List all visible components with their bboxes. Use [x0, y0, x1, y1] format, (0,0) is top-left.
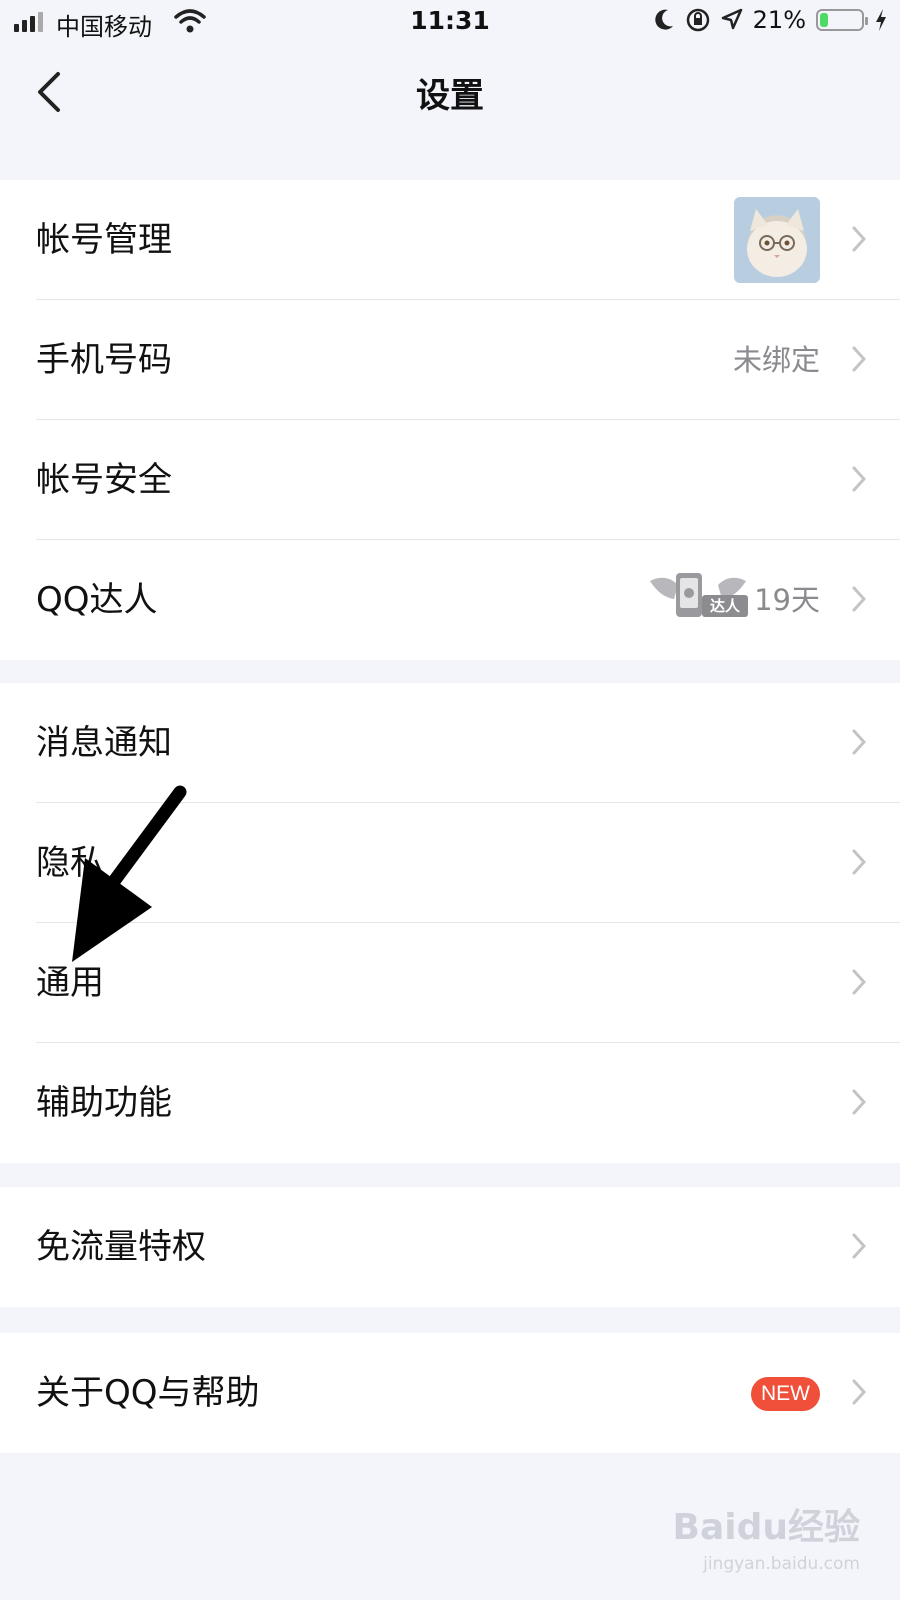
battery-icon	[816, 9, 868, 31]
settings-row-about-help[interactable]: 关于QQ与帮助 NEW	[0, 1333, 900, 1453]
row-label: QQ达人	[36, 580, 158, 620]
row-label: 消息通知	[36, 723, 172, 763]
settings-group-data-free: 免流量特权	[0, 1187, 900, 1307]
back-chevron-icon[interactable]	[30, 68, 70, 116]
settings-row-account-security[interactable]: 帐号安全	[0, 420, 900, 540]
watermark-text: Baidu经验	[672, 1507, 860, 1548]
new-badge: NEW	[751, 1377, 820, 1411]
settings-group-account: 帐号管理 手机号码 未绑定 帐号安全 QQ达人 达人 19天	[0, 180, 900, 660]
chevron-right-icon	[852, 346, 866, 372]
chevron-right-icon	[852, 1233, 866, 1259]
row-label: 手机号码	[36, 340, 172, 380]
nav-bar: 设置	[0, 50, 900, 134]
row-label: 帐号安全	[36, 460, 172, 500]
chevron-right-icon	[852, 1089, 866, 1115]
chevron-right-icon	[852, 969, 866, 995]
avatar	[734, 197, 820, 283]
daren-badge-icon: 达人	[650, 573, 748, 617]
baidu-watermark: Baidu经验 jingyan.baidu.com	[673, 1498, 860, 1574]
status-right-icons: 21%	[653, 6, 888, 34]
chevron-right-icon	[852, 729, 866, 755]
settings-row-accessibility[interactable]: 辅助功能	[0, 1043, 900, 1163]
settings-row-phone-number[interactable]: 手机号码 未绑定	[0, 300, 900, 420]
moon-icon	[654, 9, 673, 30]
row-label: 辅助功能	[36, 1083, 172, 1123]
chevron-right-icon	[852, 226, 866, 252]
charging-icon	[876, 9, 886, 31]
row-label: 免流量特权	[36, 1227, 206, 1267]
phone-binding-status: 未绑定	[732, 343, 820, 377]
settings-row-qq-daren[interactable]: QQ达人 达人 19天	[0, 540, 900, 660]
status-bar: 中国移动 11:31 21%	[0, 0, 900, 46]
settings-row-notifications[interactable]: 消息通知	[0, 683, 900, 803]
settings-row-privacy[interactable]: 隐私	[0, 803, 900, 923]
row-label: 隐私	[36, 843, 104, 883]
daren-days: 19天	[754, 583, 820, 617]
row-label: 关于QQ与帮助	[36, 1373, 260, 1413]
battery-percent: 21%	[752, 6, 806, 34]
chevron-right-icon	[852, 466, 866, 492]
rotation-lock-icon	[686, 8, 709, 32]
settings-row-general[interactable]: 通用	[0, 923, 900, 1043]
settings-group-general: 消息通知 隐私 通用 辅助功能	[0, 683, 900, 1163]
row-label: 通用	[36, 963, 104, 1003]
settings-row-account-management[interactable]: 帐号管理	[0, 180, 900, 300]
chevron-right-icon	[852, 1379, 866, 1405]
watermark-url: jingyan.baidu.com	[703, 1554, 860, 1574]
row-label: 帐号管理	[36, 220, 172, 260]
page-title: 设置	[416, 76, 484, 116]
chevron-right-icon	[852, 586, 866, 612]
settings-group-about: 关于QQ与帮助 NEW	[0, 1333, 900, 1453]
location-arrow-icon	[721, 8, 742, 30]
settings-row-free-data[interactable]: 免流量特权	[0, 1187, 900, 1307]
daren-badge-label: 达人	[710, 597, 741, 615]
chevron-right-icon	[852, 849, 866, 875]
